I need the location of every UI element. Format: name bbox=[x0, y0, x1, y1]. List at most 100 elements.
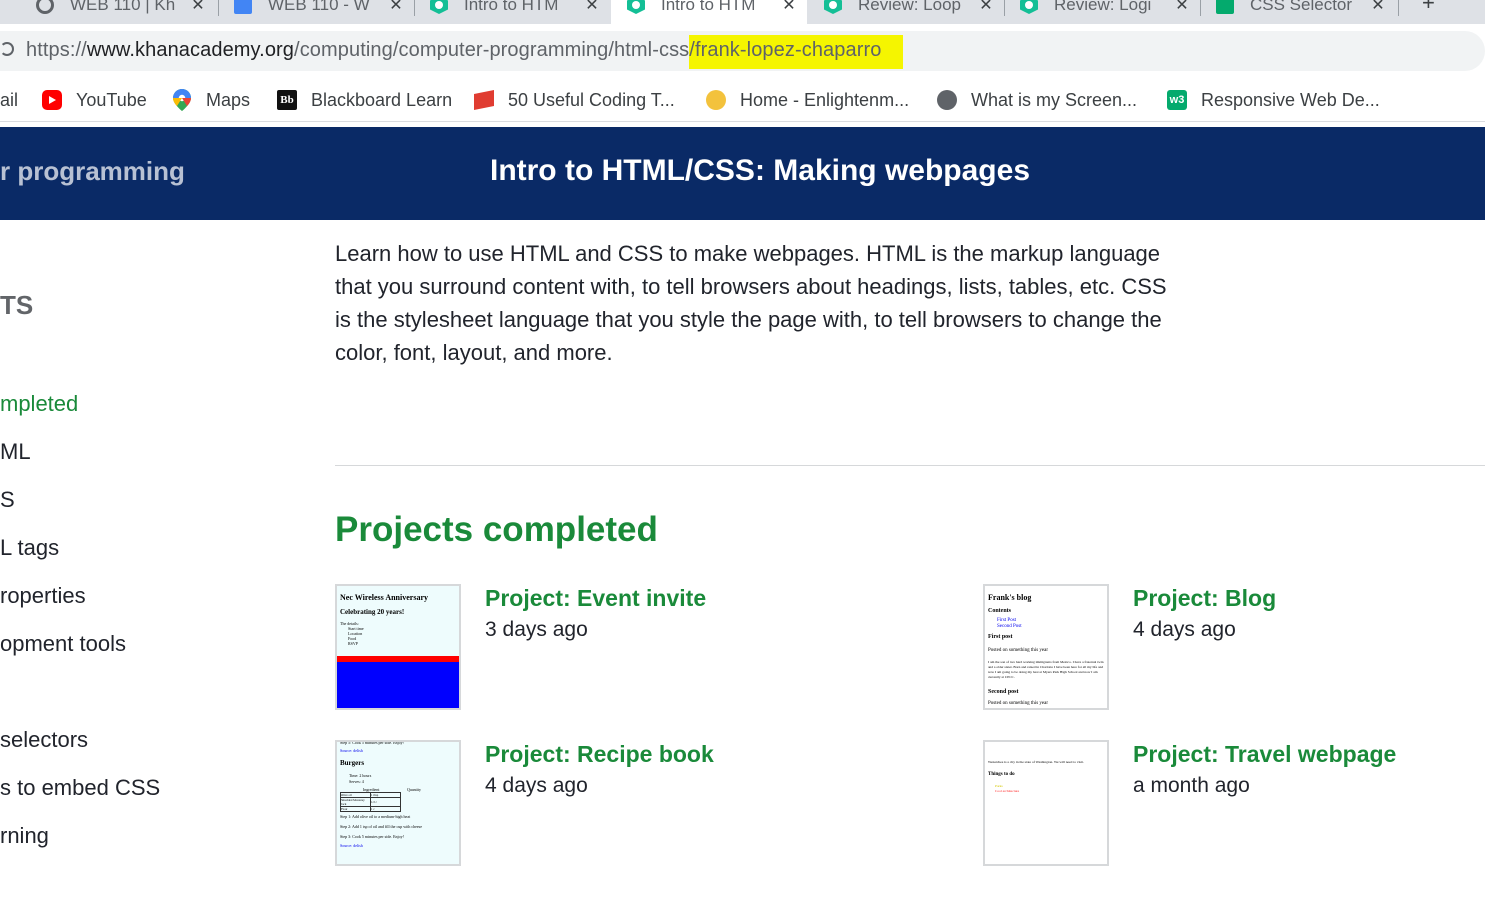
project-time: a month ago bbox=[1133, 774, 1250, 797]
maps-pin-icon bbox=[172, 89, 192, 111]
thumb-line: Quantity bbox=[407, 787, 421, 792]
sidebar-heading: TS bbox=[0, 290, 34, 320]
thumb-line: Wenatchee is a city in the state of Wash… bbox=[988, 760, 1084, 764]
sidebar-item-css-properties[interactable]: roperties bbox=[0, 583, 86, 609]
bookmark-label: Maps bbox=[206, 89, 251, 110]
bookmark-label: Home - Enlightenm... bbox=[740, 89, 910, 110]
thumb-details: The details: Start time Location Food RS… bbox=[340, 621, 364, 646]
thumb-heading: Frank's blog bbox=[988, 593, 1032, 602]
thumb-link: Source: delish bbox=[340, 843, 363, 848]
project-thumbnail[interactable]: Nec Wireless Anniversary Celebrating 20 … bbox=[335, 584, 461, 710]
browser-tab[interactable]: CSS Selector ✕ bbox=[1200, 0, 1396, 24]
w3schools-icon bbox=[1216, 0, 1234, 14]
thumb-blue-block bbox=[337, 662, 459, 708]
project-title[interactable]: Project: Recipe book bbox=[485, 741, 714, 768]
bookmarks-bar: ail YouTube Maps Bb Blackboard Learn 50 … bbox=[0, 80, 1485, 122]
project-thumbnail[interactable]: Step 5: Cook 5 minutes per side. Enjoy! … bbox=[335, 740, 461, 866]
sidebar-item-development-tools[interactable]: opment tools bbox=[0, 631, 126, 657]
project-card-event-invite[interactable]: Nec Wireless Anniversary Celebrating 20 … bbox=[335, 584, 935, 714]
browser-tab[interactable]: Review: Logi ✕ bbox=[1004, 0, 1200, 24]
bookmark-enlightenment[interactable]: Home - Enlightenm... bbox=[706, 87, 909, 113]
table-cell: Flour bbox=[340, 806, 371, 812]
sidebar-item-projects-completed[interactable]: mpleted bbox=[0, 391, 78, 417]
close-tab-icon[interactable]: ✕ bbox=[190, 0, 206, 15]
project-title[interactable]: Project: Blog bbox=[1133, 585, 1276, 612]
project-title[interactable]: Project: Travel webpage bbox=[1133, 741, 1396, 768]
browser-tab[interactable]: WEB 110 - W ✕ bbox=[218, 0, 414, 24]
url-path: /computing/computer-programming/html-css bbox=[294, 39, 690, 61]
url-text[interactable]: https://www.khanacademy.org/computing/co… bbox=[26, 35, 904, 69]
project-card-recipe-book[interactable]: Step 5: Cook 5 minutes per side. Enjoy! … bbox=[335, 740, 935, 870]
browser-tab[interactable]: Review: Loop ✕ bbox=[808, 0, 1004, 24]
close-tab-icon[interactable]: ✕ bbox=[1174, 0, 1190, 15]
thumb-subheading: Celebrating 20 years! bbox=[340, 608, 405, 616]
url-protocol: https:// bbox=[26, 39, 87, 61]
thumb-line: Step 2: Add 1 tsp of oil and fill the cu… bbox=[340, 824, 422, 829]
bookmark-label: Responsive Web De... bbox=[1201, 89, 1380, 110]
browser-toolbar: https://www.khanacademy.org/computing/co… bbox=[0, 24, 1485, 80]
sidebar-item-css[interactable]: S bbox=[0, 487, 15, 513]
bookmark-youtube[interactable]: YouTube bbox=[42, 87, 147, 113]
google-docs-icon bbox=[234, 0, 252, 14]
thumb-link: First Post bbox=[997, 618, 1017, 623]
project-thumbnail[interactable]: Wenatchee is a city in the state of Wash… bbox=[983, 740, 1109, 866]
sidebar-item-embed-css[interactable]: s to embed CSS bbox=[0, 775, 160, 801]
close-tab-icon[interactable]: ✕ bbox=[388, 0, 404, 15]
sidebar-item-css-selectors[interactable]: selectors bbox=[0, 727, 88, 753]
thumb-line: Step 3: Cook 5 minutes per side. Enjoy! bbox=[340, 834, 404, 839]
thumb-line: First post bbox=[988, 634, 1013, 640]
close-tab-icon[interactable]: ✕ bbox=[584, 0, 600, 15]
project-title[interactable]: Project: Event invite bbox=[485, 585, 706, 612]
new-tab-icon[interactable]: + bbox=[1422, 0, 1435, 16]
youtube-icon bbox=[42, 90, 62, 110]
thumb-line: Posted on something this year bbox=[988, 701, 1048, 706]
table-cell: 1/2 c bbox=[370, 797, 401, 807]
tab-strip: WEB 110 | Kh ✕ WEB 110 - W ✕ Intro to HT… bbox=[0, 0, 1485, 24]
thumb-line: Time: 2 hours bbox=[349, 773, 372, 778]
thumb-line: Second post bbox=[988, 689, 1019, 695]
project-time: 4 days ago bbox=[485, 774, 588, 797]
table-cell: Shredded Monterey Jack bbox=[340, 797, 371, 807]
thumb-link: Source: delish bbox=[340, 748, 363, 753]
project-time: 3 days ago bbox=[485, 618, 588, 641]
bookmark-gmail[interactable]: ail bbox=[0, 87, 18, 113]
bookmark-label: What is my Screen... bbox=[971, 89, 1138, 110]
bookmark-label: Blackboard Learn bbox=[311, 89, 453, 110]
browser-tab[interactable]: Intro to HTM ✕ bbox=[414, 0, 610, 24]
tab-title: Intro to HTM bbox=[464, 0, 559, 14]
thumb-ingredient-table: Olive oil 1 tbsp Shredded Monterey Jack 1/… bbox=[340, 792, 401, 812]
bookmark-blackboard[interactable]: Bb Blackboard Learn bbox=[277, 87, 452, 113]
bookmark-coding-tips[interactable]: 50 Useful Coding T... bbox=[474, 87, 675, 113]
bookmark-responsive-web[interactable]: w3 Responsive Web De... bbox=[1167, 87, 1380, 113]
close-tab-icon[interactable]: ✕ bbox=[781, 0, 797, 15]
sidebar-item-html[interactable]: ML bbox=[0, 439, 31, 465]
bookmark-label: 50 Useful Coding T... bbox=[508, 89, 675, 110]
thumb-line: Contents bbox=[988, 608, 1012, 614]
thumb-heading: Things to do bbox=[988, 772, 1015, 777]
project-card-blog[interactable]: Frank's blog Contents First Post Second … bbox=[983, 584, 1483, 714]
thumb-paragraph: I am the son of two hard working immigra… bbox=[988, 660, 1104, 679]
thumb-line: RSVP bbox=[348, 641, 359, 646]
browser-tab[interactable]: WEB 110 | Kh ✕ bbox=[20, 0, 216, 24]
sidebar-item-learning[interactable]: rning bbox=[0, 823, 49, 849]
thumb-line: Parks bbox=[995, 784, 1003, 788]
sidebar-item-html-tags[interactable]: L tags bbox=[0, 535, 59, 561]
thumb-heading: Nec Wireless Anniversary bbox=[340, 593, 428, 602]
site-info-icon[interactable] bbox=[0, 42, 14, 56]
project-thumbnail[interactable]: Frank's blog Contents First Post Second … bbox=[983, 584, 1109, 710]
projects-completed-heading: Projects completed bbox=[335, 510, 658, 549]
page-title: Intro to HTML/CSS: Making webpages bbox=[489, 154, 1030, 187]
close-tab-icon[interactable]: ✕ bbox=[1370, 0, 1386, 15]
bookmark-label: YouTube bbox=[76, 89, 147, 110]
close-tab-icon[interactable]: ✕ bbox=[978, 0, 994, 15]
khan-academy-icon bbox=[430, 0, 448, 14]
bookmark-screen-size[interactable]: What is my Screen... bbox=[937, 87, 1137, 113]
tab-title: Review: Loop bbox=[858, 0, 962, 14]
bookmark-maps[interactable]: Maps bbox=[172, 87, 250, 113]
url-host: www.khanacademy.org bbox=[86, 39, 295, 61]
globe-icon bbox=[36, 0, 54, 14]
thumb-link: Second Post bbox=[997, 624, 1022, 629]
project-card-travel-webpage[interactable]: Wenatchee is a city in the state of Wash… bbox=[983, 740, 1483, 870]
tab-title: Intro to HTM bbox=[661, 0, 756, 14]
browser-tab-active[interactable]: Intro to HTM ✕ bbox=[611, 0, 807, 24]
